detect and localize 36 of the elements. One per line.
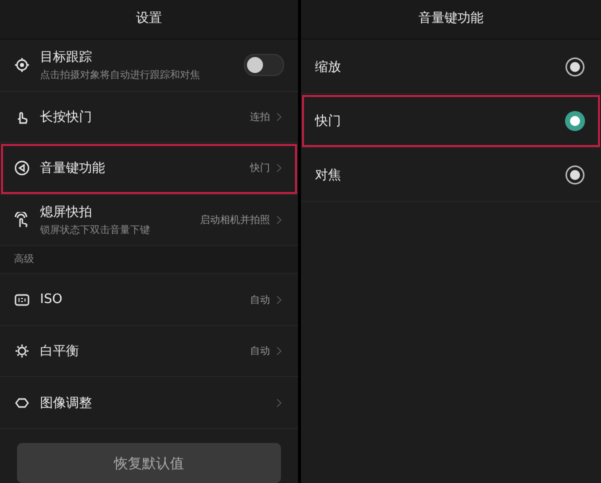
highlighted-option-row[interactable]: 快门 xyxy=(301,94,601,148)
option-label: 对焦 xyxy=(315,166,342,184)
setting-label: 目标跟踪 xyxy=(40,49,93,66)
tap-icon xyxy=(14,212,30,228)
setting-description: 点击拍摄对象将自动进行跟踪和对焦 xyxy=(40,68,201,82)
setting-label: ISO xyxy=(40,292,64,308)
setting-row[interactable]: 长按快门 连拍 xyxy=(0,92,298,144)
setting-row[interactable]: 目标跟踪 点击拍摄对象将自动进行跟踪和对焦 xyxy=(0,40,298,92)
sun-icon xyxy=(14,343,30,360)
highlighted-setting-row[interactable]: 音量键功能 快门 xyxy=(0,143,298,195)
reset-button[interactable]: 恢复默认值 xyxy=(17,443,281,483)
setting-label: 长按快门 xyxy=(40,108,93,126)
setting-label: 熄屏快拍 xyxy=(40,204,93,222)
setting-value: 自动 xyxy=(250,345,270,358)
radio-button[interactable] xyxy=(567,58,583,74)
setting-label: 图像调整 xyxy=(40,394,93,412)
toggle-switch[interactable] xyxy=(244,54,284,76)
volume-icon xyxy=(14,160,30,176)
iso-icon xyxy=(14,292,30,308)
setting-row[interactable]: 图像调整 xyxy=(0,377,298,430)
setting-label: 音量键功能 xyxy=(40,160,106,178)
setting-label: 白平衡 xyxy=(40,343,80,360)
setting-value: 自动 xyxy=(250,294,270,307)
setting-row[interactable]: ISO 自动 xyxy=(0,274,298,326)
setting-value: 连拍 xyxy=(250,110,270,124)
setting-value: 启动相机并拍照 xyxy=(200,214,270,228)
option-label: 快门 xyxy=(315,112,342,130)
option-row[interactable]: 对焦 xyxy=(301,148,601,202)
radio-button[interactable] xyxy=(567,112,583,128)
option-label: 缩放 xyxy=(315,58,342,76)
setting-value: 快门 xyxy=(250,162,270,176)
setting-description: 锁屏状态下双击音量下键 xyxy=(40,224,151,238)
radio-button[interactable] xyxy=(567,166,583,182)
target-icon xyxy=(14,57,30,74)
option-row[interactable]: 缩放 xyxy=(301,40,601,94)
setting-row[interactable]: 白平衡 自动 xyxy=(0,326,298,378)
